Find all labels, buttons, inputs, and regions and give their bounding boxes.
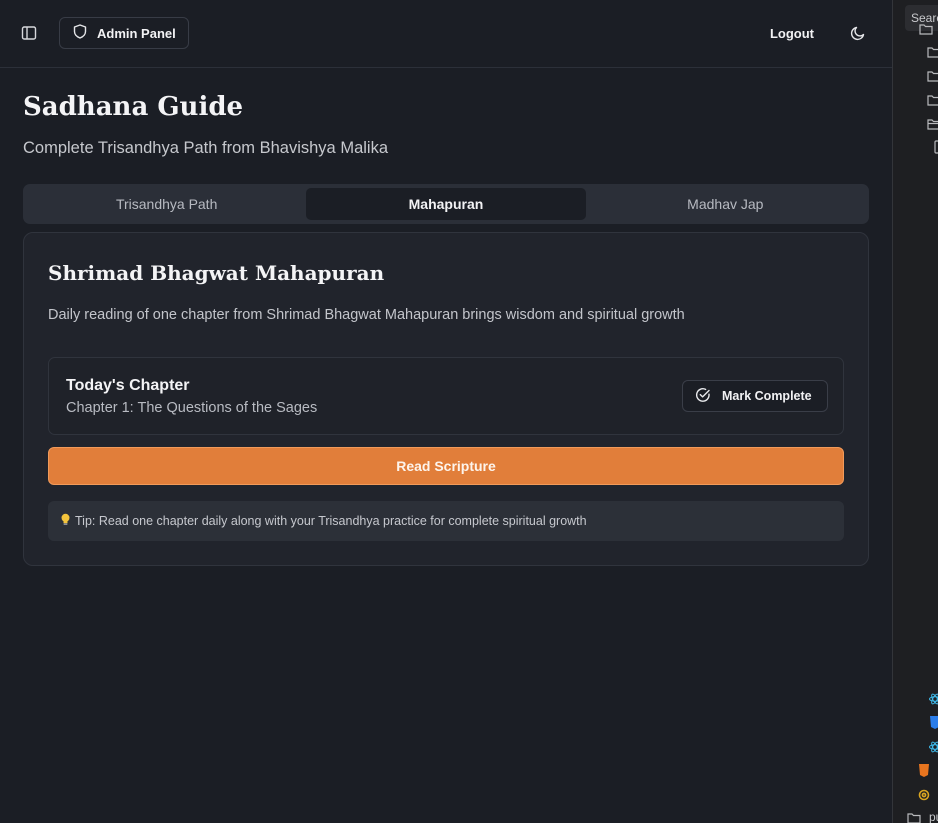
top-bar: Admin Panel Logout — [0, 0, 892, 68]
shield-icon — [73, 24, 87, 42]
folder-label[interactable]: pu — [929, 810, 938, 823]
tip-text: Tip: Read one chapter daily along with y… — [75, 514, 587, 528]
chapter-name: Chapter 1: The Questions of the Sages — [66, 400, 318, 416]
react-file-icon[interactable] — [929, 740, 938, 758]
page-title: Sadhana Guide — [23, 92, 244, 122]
react-file-icon[interactable] — [929, 692, 938, 710]
tab-trisandhya-path[interactable]: Trisandhya Path — [27, 188, 306, 220]
tab-list: Trisandhya Path Mahapuran Madhav Jap — [23, 184, 869, 224]
mark-complete-label: Mark Complete — [722, 389, 812, 403]
card-description: Daily reading of one chapter from Shrima… — [48, 307, 685, 323]
admin-panel-label: Admin Panel — [97, 25, 176, 41]
admin-panel-button[interactable]: Admin Panel — [59, 17, 189, 49]
folder-open-icon[interactable] — [927, 117, 938, 135]
page-subtitle: Complete Trisandhya Path from Bhavishya … — [23, 139, 388, 157]
chapter-heading: Today's Chapter — [66, 377, 190, 394]
folder-icon[interactable] — [919, 22, 933, 40]
todays-chapter-box: Today's Chapter Chapter 1: The Questions… — [48, 357, 844, 435]
editor-side-pane: Search pu — [892, 0, 938, 823]
moon-icon[interactable] — [846, 21, 870, 45]
folder-icon[interactable] — [927, 93, 938, 111]
read-scripture-button[interactable]: Read Scripture — [48, 447, 844, 485]
tip-banner: Tip: Read one chapter daily along with y… — [48, 501, 844, 541]
folder-icon[interactable] — [927, 45, 938, 63]
tab-mahapuran[interactable]: Mahapuran — [306, 188, 586, 220]
mark-complete-button[interactable]: Mark Complete — [682, 380, 828, 412]
card-title: Shrimad Bhagwat Mahapuran — [48, 261, 385, 285]
app-main: Admin Panel Logout Sadhana Guide Complet… — [0, 0, 892, 823]
css-file-icon[interactable] — [929, 716, 938, 734]
check-circle-icon — [695, 387, 711, 406]
tab-madhav-jap[interactable]: Madhav Jap — [586, 188, 865, 220]
mahapuran-card: Shrimad Bhagwat Mahapuran Daily reading … — [23, 232, 869, 566]
config-file-icon[interactable] — [918, 788, 930, 806]
file-icon[interactable] — [934, 140, 938, 159]
logout-button[interactable]: Logout — [762, 20, 822, 46]
folder-icon[interactable] — [927, 69, 938, 87]
folder-icon[interactable] — [907, 811, 921, 823]
html-file-icon[interactable] — [918, 764, 930, 782]
lightbulb-icon — [60, 513, 71, 529]
sidebar-toggle-icon[interactable] — [17, 21, 41, 45]
